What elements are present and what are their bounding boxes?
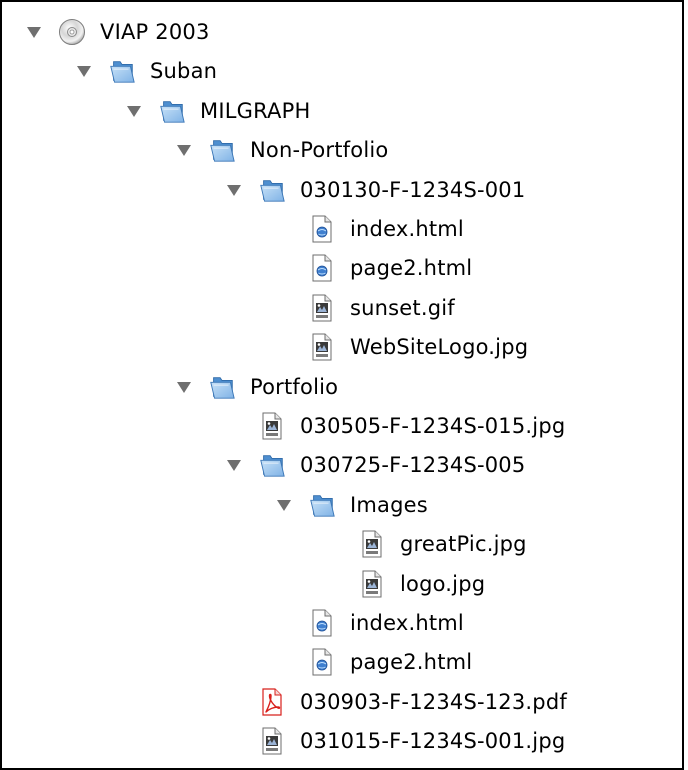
disclosure-triangle-expanded-icon[interactable] [26,14,58,50]
tree-item-label: sunset.gif [350,295,455,320]
tree-row[interactable]: WebSiteLogo.jpg [276,329,528,365]
cd-disc-icon [58,14,86,50]
tree-row[interactable]: VIAP 2003 [26,14,210,50]
tree-row[interactable]: Non-Portfolio [176,132,388,168]
tree-row[interactable]: Portfolio [176,369,338,405]
disclosure-triangle-expanded-icon[interactable] [176,369,208,405]
tree-item-label: 030130-F-1234S-001 [300,177,526,202]
tree-row[interactable]: index.html [276,211,464,247]
disclosure-triangle-expanded-icon[interactable] [176,132,208,168]
tree-item-label: MILGRAPH [200,98,311,123]
tree-item-label: logo.jpg [400,571,486,596]
tree-item-label: index.html [350,611,464,635]
tree-item-label: Non-Portfolio [250,138,389,163]
folder-icon [158,93,186,129]
folder-icon [308,487,336,523]
disclosure-triangle-expanded-icon[interactable] [226,447,258,483]
file-tree-window: VIAP 2003 Suban MILGRAPH Non-Portfolio 0… [0,0,684,770]
html-file-icon [308,211,336,247]
tree-row[interactable]: 030903-F-1234S-123.pdf [226,684,567,720]
tree-row[interactable]: 031015-F-1234S-001.jpg [226,723,565,759]
tree-row[interactable]: greatPic.jpg [326,526,527,562]
tree-item-label: VIAP 2003 [100,20,210,44]
tree-row[interactable]: page2.html [276,644,472,680]
tree-row[interactable]: sunset.gif [276,290,455,326]
image-file-icon [358,526,386,562]
html-file-icon [308,250,336,286]
tree-row[interactable]: 030130-F-1234S-001 [226,172,525,208]
tree-item-label: 030505-F-1234S-015.jpg [300,414,566,438]
disclosure-triangle-expanded-icon[interactable] [76,53,108,89]
tree-item-label: 030725-F-1234S-005 [300,453,526,478]
tree-row[interactable]: logo.jpg [326,566,485,602]
tree-row[interactable]: 030505-F-1234S-015.jpg [226,408,565,444]
tree-item-label: index.html [350,217,464,241]
tree-item-label: page2.html [350,256,473,281]
image-file-icon [258,723,286,759]
tree-item-label: WebSiteLogo.jpg [350,335,529,360]
tree-item-label: Images [350,492,428,517]
tree-row[interactable]: MILGRAPH [126,93,310,129]
tree-item-label: 030903-F-1234S-123.pdf [300,689,567,714]
tree-item-label: page2.html [350,650,473,675]
folder-icon [208,369,236,405]
tree-item-label: Suban [150,59,218,84]
tree-row[interactable]: Images [276,487,428,523]
tree-row[interactable]: page2.html [276,250,472,286]
html-file-icon [308,644,336,680]
image-file-icon [358,566,386,602]
image-file-icon [258,408,286,444]
disclosure-triangle-expanded-icon[interactable] [276,487,308,523]
tree-item-label: 031015-F-1234S-001.jpg [300,729,566,754]
tree-item-label: greatPic.jpg [400,532,527,557]
tree-row[interactable]: Suban [76,53,217,89]
tree-row[interactable]: 030725-F-1234S-005 [226,447,525,483]
folder-icon [108,53,136,89]
folder-icon [258,172,286,208]
disclosure-triangle-expanded-icon[interactable] [226,172,258,208]
disclosure-triangle-expanded-icon[interactable] [126,93,158,129]
tree-item-label: Portfolio [250,374,339,399]
folder-icon [208,132,236,168]
tree-row[interactable]: index.html [276,605,464,641]
pdf-file-icon [258,684,286,720]
folder-icon [258,447,286,483]
image-file-icon [308,329,336,365]
html-file-icon [308,605,336,641]
image-file-icon [308,290,336,326]
